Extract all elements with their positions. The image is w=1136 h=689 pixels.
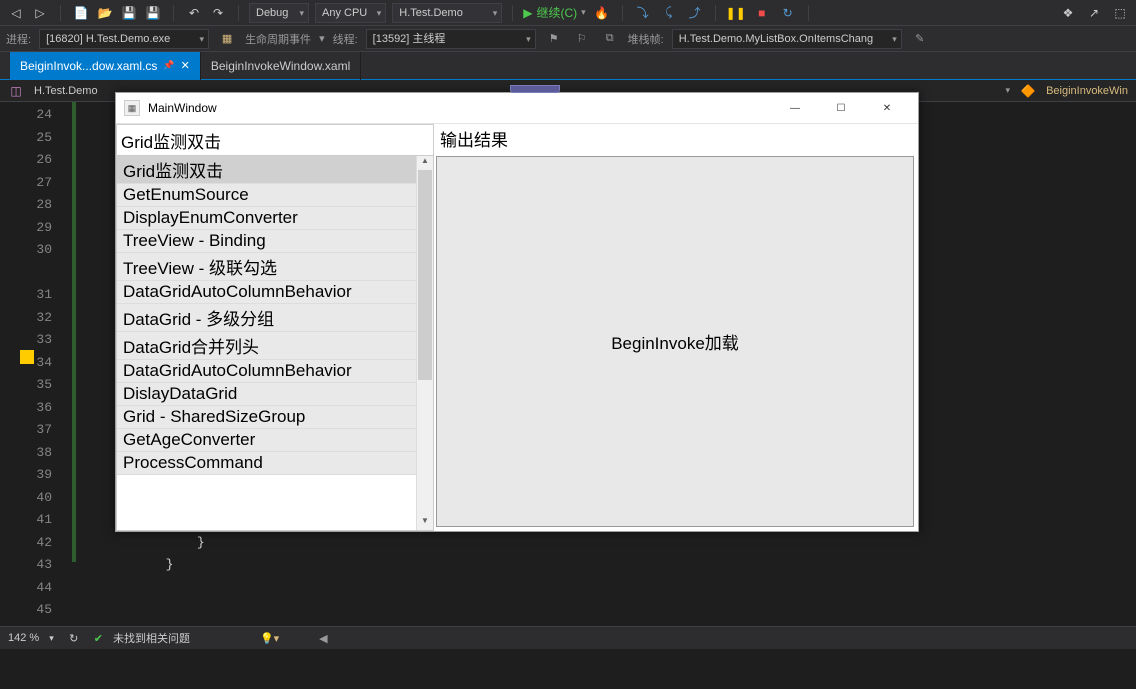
zoom-level[interactable]: 142 % (8, 632, 39, 644)
list-item[interactable]: Grid监测双击 (117, 156, 433, 184)
step-out-icon[interactable]: ⤴ (685, 3, 705, 23)
output-text: BeginInvoke加载 (611, 329, 739, 354)
scroll-down-icon[interactable]: ▼ (417, 516, 433, 530)
lifecycle-label: 生命周期事件 (245, 31, 311, 47)
tool-icon-a[interactable]: ✎ (910, 29, 930, 49)
hot-reload-icon[interactable]: 🔥 (592, 3, 612, 23)
wpf-titlebar[interactable]: ▦ MainWindow — ☐ ✕ (116, 93, 918, 123)
thread-label: 线程: (333, 31, 358, 47)
nav-back-icon[interactable]: ◁ (6, 3, 26, 23)
search-input[interactable] (121, 127, 429, 153)
document-tabs: BeiginInvok...dow.xaml.cs 📌 ✕ BeiginInvo… (0, 52, 1136, 80)
list-item[interactable]: GetEnumSource (117, 184, 433, 207)
tool-icon-1[interactable]: ❖ (1058, 3, 1078, 23)
tool-icon-2[interactable]: ↗ (1084, 3, 1104, 23)
scroll-up-icon[interactable]: ▲ (417, 156, 433, 170)
flag-icon[interactable]: ⚑ (544, 29, 564, 49)
pause-icon[interactable]: ❚❚ (726, 3, 746, 23)
list-item[interactable]: TreeView - Binding (117, 230, 433, 253)
project-icon: ◫ (8, 83, 24, 99)
open-file-icon[interactable]: 📂 (95, 3, 115, 23)
close-icon[interactable]: ✕ (181, 59, 190, 72)
threads-icon[interactable]: ⧉ (600, 29, 620, 49)
flag2-icon[interactable]: ⚐ (572, 29, 592, 49)
list-item[interactable]: TreeView - 级联勾选 (117, 253, 433, 281)
list-item[interactable]: DataGridAutoColumnBehavior (117, 360, 433, 383)
restart-icon[interactable]: ↻ (778, 3, 798, 23)
class-icon: 🔶 (1020, 83, 1036, 99)
maximize-button[interactable]: ☐ (818, 93, 864, 123)
tab-active[interactable]: BeiginInvok...dow.xaml.cs 📌 ✕ (10, 52, 201, 80)
startup-dropdown[interactable]: H.Test.Demo (392, 3, 502, 23)
play-icon: ▶ (523, 6, 532, 20)
app-icon: ▦ (124, 100, 140, 116)
debug-overlay-grip[interactable] (510, 85, 560, 93)
main-toolbar: ◁ ▷ 📄 📂 💾 💾 ↶ ↷ Debug Any CPU H.Test.Dem… (0, 0, 1136, 26)
step-over-icon[interactable]: ⤵ (633, 3, 653, 23)
scroll-thumb[interactable] (418, 170, 432, 380)
thread-dropdown[interactable]: [13592] 主线程 (366, 29, 536, 49)
list-item[interactable]: ProcessCommand (117, 452, 433, 475)
lifecycle-icon[interactable]: ▦ (217, 29, 237, 49)
step-into-icon[interactable]: ⤹ (659, 3, 679, 23)
list-item[interactable]: Grid - SharedSizeGroup (117, 406, 433, 429)
list-item[interactable]: DataGrid合并列头 (117, 332, 433, 360)
new-file-icon[interactable]: 📄 (71, 3, 91, 23)
item-listbox[interactable]: Grid监测双击GetEnumSourceDisplayEnumConverte… (116, 156, 434, 531)
search-box[interactable] (116, 124, 434, 156)
tab-label: BeiginInvok...dow.xaml.cs (20, 59, 157, 73)
change-marker (72, 102, 76, 562)
output-label: 输出结果 (434, 124, 918, 156)
debug-context-bar: 进程: [16820] H.Test.Demo.exe ▦ 生命周期事件 ▾ 线… (0, 26, 1136, 52)
undo-icon[interactable]: ↶ (184, 3, 204, 23)
current-line-arrow-icon (20, 350, 34, 364)
minimize-button[interactable]: — (772, 93, 818, 123)
stop-icon[interactable]: ■ (752, 3, 772, 23)
nav-fwd-icon[interactable]: ▷ (30, 3, 50, 23)
project-name[interactable]: H.Test.Demo (34, 85, 98, 97)
close-button[interactable]: ✕ (864, 93, 910, 123)
tab-second[interactable]: BeiginInvokeWindow.xaml (201, 52, 361, 80)
member-dropdown[interactable]: BeiginInvokeWin (1046, 85, 1128, 97)
process-dropdown[interactable]: [16820] H.Test.Demo.exe (39, 29, 209, 49)
platform-dropdown[interactable]: Any CPU (315, 3, 386, 23)
list-item[interactable]: DisplayEnumConverter (117, 207, 433, 230)
line-gutter: 24252627282930 3132333435363738394041424… (0, 102, 72, 626)
pin-icon[interactable]: 📌 (163, 60, 174, 71)
list-item[interactable]: DataGridAutoColumnBehavior (117, 281, 433, 304)
process-label: 进程: (6, 31, 31, 47)
list-item[interactable]: DislayDataGrid (117, 383, 433, 406)
stackframe-dropdown[interactable]: H.Test.Demo.MyListBox.OnItemsChang (672, 29, 902, 49)
save-all-icon[interactable]: 💾 (143, 3, 163, 23)
list-item[interactable]: GetAgeConverter (117, 429, 433, 452)
tab-label: BeiginInvokeWindow.xaml (211, 59, 350, 73)
continue-button[interactable]: ▶ 继续(C) ▾ (523, 4, 585, 21)
tool-icon-3[interactable]: ⬚ (1110, 3, 1130, 23)
list-item[interactable]: DataGrid - 多级分组 (117, 304, 433, 332)
scrollbar[interactable]: ▲ ▼ (416, 156, 433, 530)
redo-icon[interactable]: ↷ (208, 3, 228, 23)
config-dropdown[interactable]: Debug (249, 3, 309, 23)
output-panel: BeginInvoke加载 (436, 156, 914, 527)
wpf-main-window: ▦ MainWindow — ☐ ✕ Grid监测双击GetEnumSource… (115, 92, 919, 532)
stackframe-label: 堆栈帧: (628, 31, 664, 47)
save-icon[interactable]: 💾 (119, 3, 139, 23)
window-title: MainWindow (148, 101, 217, 115)
